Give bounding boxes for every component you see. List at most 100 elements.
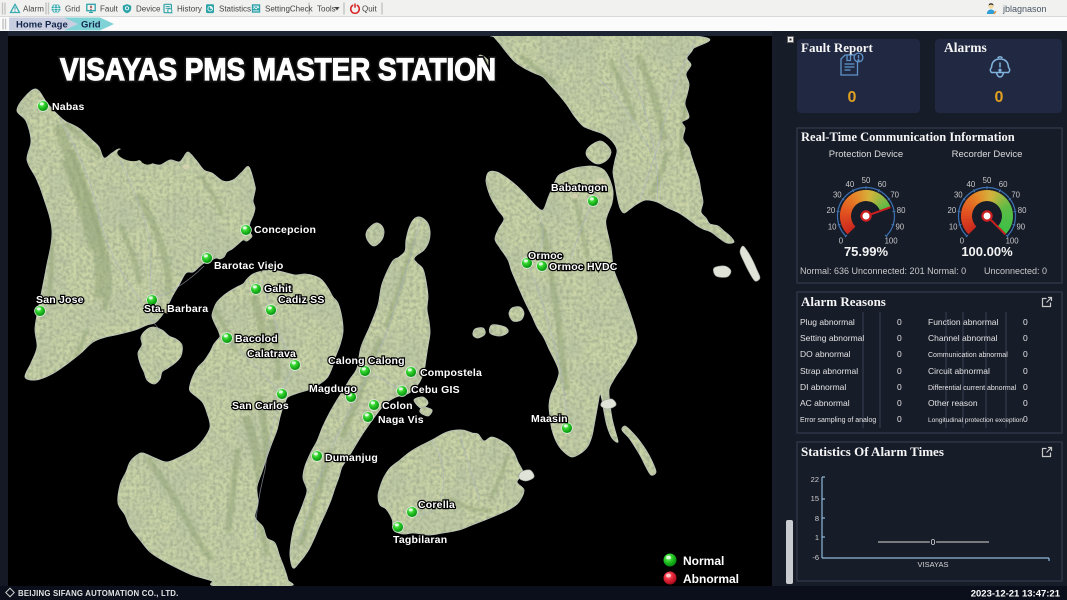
svg-text:Calatrava: Calatrava (247, 348, 296, 360)
svg-text:Normal: 636 Unconnected: 201 N: Normal: 636 Unconnected: 201 Normal: 0 (800, 266, 966, 276)
svg-text:Function abnormal: Function abnormal (928, 317, 999, 327)
svg-text:AC abnormal: AC abnormal (800, 398, 850, 408)
svg-text:0: 0 (1023, 414, 1028, 424)
svg-text:Real-Time Communication Inform: Real-Time Communication Information (801, 130, 1015, 144)
svg-text:Bacolod: Bacolod (235, 333, 278, 345)
svg-text:Normal: Normal (683, 554, 724, 568)
svg-text:Grid: Grid (65, 5, 80, 14)
svg-text:Circuit abnormal: Circuit abnormal (928, 366, 990, 376)
svg-text:0: 0 (931, 538, 936, 547)
svg-text:Cadiz SS: Cadiz SS (278, 294, 325, 306)
svg-text:0: 0 (1023, 317, 1028, 327)
svg-text:Error sampling of analog: Error sampling of analog (800, 417, 876, 424)
svg-text:-6: -6 (812, 553, 819, 562)
svg-text:22: 22 (811, 475, 819, 484)
svg-text:80: 80 (897, 206, 906, 215)
svg-text:40: 40 (967, 180, 976, 189)
svg-text:Fault Report: Fault Report (801, 40, 874, 55)
svg-text:15: 15 (811, 494, 819, 503)
svg-text:Cebu GIS: Cebu GIS (411, 384, 460, 396)
svg-text:0: 0 (1023, 349, 1028, 359)
svg-text:Statistics Of Alarm Times: Statistics Of Alarm Times (801, 444, 944, 459)
svg-text:60: 60 (999, 180, 1008, 189)
svg-text:30: 30 (833, 191, 842, 200)
svg-text:75.99%: 75.99% (844, 244, 889, 259)
svg-text:SettingCheck: SettingCheck (265, 5, 314, 14)
svg-text:80: 80 (1018, 206, 1027, 215)
svg-text:Longitudinal protection except: Longitudinal protection exception (928, 417, 1023, 424)
svg-text:0: 0 (897, 349, 902, 359)
svg-text:Maasin: Maasin (531, 413, 568, 425)
svg-text:0: 0 (897, 382, 902, 392)
svg-text:Alarms: Alarms (944, 40, 987, 55)
svg-text:VISAYAS PMS MASTER STATION: VISAYAS PMS MASTER STATION (60, 51, 496, 87)
svg-text:1: 1 (815, 533, 819, 542)
svg-text:10: 10 (828, 223, 837, 232)
svg-text:0: 0 (897, 317, 902, 327)
svg-text:Home Page: Home Page (16, 20, 68, 31)
svg-text:8: 8 (815, 514, 819, 523)
svg-text:DO abnormal: DO abnormal (800, 349, 851, 359)
svg-text:Babatngon: Babatngon (551, 182, 608, 194)
svg-text:BEIJING SIFANG AUTOMATION CO.,: BEIJING SIFANG AUTOMATION CO., LTD. (18, 589, 179, 598)
svg-text:70: 70 (1011, 191, 1020, 200)
svg-text:Nabas: Nabas (52, 101, 85, 113)
svg-text:0: 0 (897, 366, 902, 376)
svg-text:San Jose: San Jose (36, 294, 84, 306)
svg-text:jblagnason: jblagnason (1002, 4, 1047, 14)
svg-text:Differential current abnormal: Differential current abnormal (928, 385, 1017, 392)
svg-text:20: 20 (827, 206, 836, 215)
svg-text:0: 0 (897, 414, 902, 424)
svg-text:Corella: Corella (418, 499, 455, 511)
svg-text:Other reason: Other reason (928, 398, 978, 408)
svg-text:50: 50 (862, 176, 871, 185)
svg-text:0: 0 (1023, 398, 1028, 408)
svg-text:Tagbilaran: Tagbilaran (393, 534, 447, 546)
svg-text:Communication abnormal: Communication abnormal (928, 352, 1008, 359)
svg-text:Device: Device (136, 5, 161, 14)
svg-text:History: History (177, 5, 202, 14)
svg-text:Setting abnormal: Setting abnormal (800, 333, 864, 343)
svg-text:Strap abnormal: Strap abnormal (800, 366, 858, 376)
svg-text:0: 0 (995, 89, 1004, 106)
svg-text:Magdugo: Magdugo (309, 383, 357, 395)
svg-text:Abnormal: Abnormal (683, 572, 739, 586)
svg-text:Naga Vis: Naga Vis (378, 414, 424, 426)
svg-text:Alarm: Alarm (23, 5, 44, 14)
svg-text:Concepcion: Concepcion (254, 224, 316, 236)
svg-text:2023-12-21 13:47:21: 2023-12-21 13:47:21 (971, 589, 1061, 600)
svg-text:Ormoc HVDC: Ormoc HVDC (549, 261, 618, 273)
svg-text:Colon: Colon (382, 400, 413, 412)
svg-text:0: 0 (897, 333, 902, 343)
svg-text:60: 60 (878, 180, 887, 189)
svg-text:Calong Calong: Calong Calong (328, 355, 405, 367)
svg-text:Protection Device: Protection Device (829, 149, 903, 160)
svg-text:70: 70 (890, 191, 899, 200)
svg-text:Compostela: Compostela (420, 367, 482, 379)
svg-text:40: 40 (846, 180, 855, 189)
svg-text:Plug abnormal: Plug abnormal (800, 317, 855, 327)
svg-text:Fault: Fault (100, 5, 119, 14)
svg-text:Alarm Reasons: Alarm Reasons (801, 294, 886, 309)
svg-text:VISAYAS: VISAYAS (918, 560, 949, 569)
svg-text:90: 90 (895, 223, 904, 232)
svg-text:Sta. Barbara: Sta. Barbara (144, 303, 208, 315)
svg-text:Channel abnormal: Channel abnormal (928, 333, 998, 343)
svg-text:0: 0 (897, 398, 902, 408)
svg-text:100.00%: 100.00% (961, 244, 1013, 259)
svg-text:0: 0 (1023, 382, 1028, 392)
svg-text:90: 90 (1016, 223, 1025, 232)
svg-text:30: 30 (954, 191, 963, 200)
svg-text:Quit: Quit (362, 5, 377, 14)
svg-text:Tools: Tools (317, 5, 336, 14)
svg-text:DI abnormal: DI abnormal (800, 382, 846, 392)
svg-text:0: 0 (1023, 333, 1028, 343)
svg-text:Unconnected: 0: Unconnected: 0 (984, 266, 1047, 276)
svg-text:10: 10 (949, 223, 958, 232)
svg-text:Dumanjug: Dumanjug (325, 452, 378, 464)
svg-text:Recorder Device: Recorder Device (952, 149, 1023, 160)
svg-text:20: 20 (948, 206, 957, 215)
svg-text:Barotac Viejo: Barotac Viejo (214, 260, 284, 272)
svg-text:50: 50 (983, 176, 992, 185)
svg-text:Grid: Grid (81, 20, 101, 31)
